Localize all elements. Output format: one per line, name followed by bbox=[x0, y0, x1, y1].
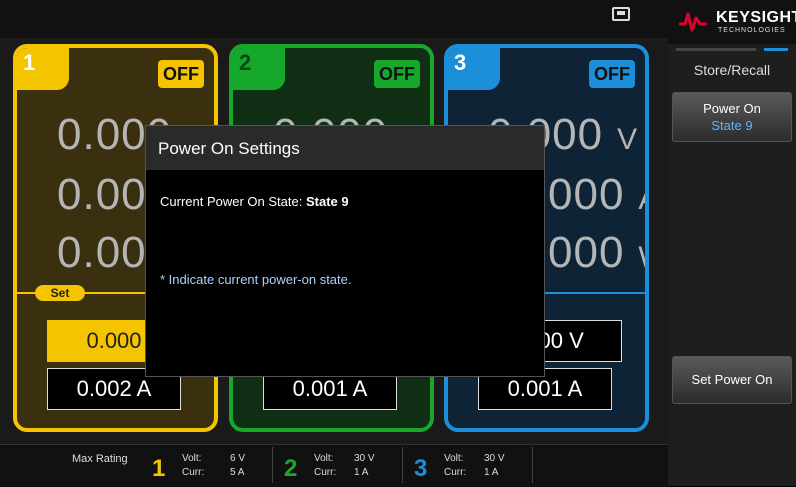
rating-channel-number: 2 bbox=[284, 455, 298, 482]
softkey-value: State 9 bbox=[711, 118, 753, 133]
rating-channel-number: 3 bbox=[414, 455, 428, 482]
volt-label: Volt: bbox=[444, 453, 464, 464]
current-readout: 000A bbox=[548, 170, 645, 219]
channel-number: 3 bbox=[448, 48, 500, 90]
volt-label: Volt: bbox=[182, 453, 202, 464]
curr-value: 1 A bbox=[484, 467, 499, 478]
curr-value: 1 A bbox=[354, 467, 369, 478]
rating-channel-number: 1 bbox=[152, 455, 166, 482]
keysight-wave-icon bbox=[679, 12, 707, 32]
softkey-menu-title: Store/Recall bbox=[693, 62, 771, 78]
channel-number: 1 bbox=[17, 48, 69, 90]
softkey-label: Power On bbox=[703, 101, 761, 116]
brand-subtitle: TECHNOLOGIES bbox=[718, 27, 786, 34]
current-state-label: Current Power On State: bbox=[160, 194, 303, 209]
menu-level-indicator bbox=[676, 48, 788, 51]
dialog-note: * Indicate current power-on state. bbox=[160, 272, 352, 287]
max-rating-label: Max Rating bbox=[72, 453, 128, 465]
max-rating-bar: Max Rating 1 Volt: Curr: 6 V 5 A 2 Volt:… bbox=[0, 444, 668, 487]
separator bbox=[532, 447, 533, 483]
power-readout: 000W bbox=[548, 228, 645, 277]
curr-label: Curr: bbox=[314, 467, 337, 478]
output-state-badge: OFF bbox=[589, 60, 635, 88]
volt-label: Volt: bbox=[314, 453, 334, 464]
brand-name: KEYSIGHT bbox=[716, 9, 796, 26]
volt-value: 6 V bbox=[230, 453, 246, 464]
set-power-on-softkey[interactable]: Set Power On bbox=[672, 356, 792, 404]
power-on-settings-dialog: Power On Settings Current Power On State… bbox=[145, 125, 545, 377]
set-label: Set bbox=[35, 285, 85, 301]
curr-label: Curr: bbox=[444, 467, 467, 478]
softkey-panel: KEYSIGHT TECHNOLOGIES Store/Recall Power… bbox=[668, 0, 796, 486]
separator bbox=[402, 447, 403, 483]
current-state-value: State 9 bbox=[305, 194, 349, 209]
volt-value: 30 V bbox=[354, 453, 375, 464]
dialog-header: Power On Settings bbox=[146, 126, 544, 170]
lan-icon bbox=[612, 7, 630, 21]
output-state-badge: OFF bbox=[158, 60, 204, 88]
curr-value: 5 A bbox=[230, 467, 245, 478]
volt-value: 30 V bbox=[484, 453, 505, 464]
main-display: 1 OFF 0.000V 0.000 0.000 Set 0.000 0.002… bbox=[0, 0, 668, 487]
current-power-on-state: Current Power On State: State 9 bbox=[160, 194, 349, 209]
status-bar bbox=[0, 0, 668, 38]
power-on-softkey[interactable]: Power On State 9 bbox=[672, 92, 792, 142]
curr-label: Curr: bbox=[182, 467, 205, 478]
channel-number: 2 bbox=[233, 48, 285, 90]
dialog-title: Power On Settings bbox=[158, 139, 300, 158]
softkey-label: Set Power On bbox=[691, 372, 773, 387]
separator bbox=[272, 447, 273, 483]
output-state-badge: OFF bbox=[374, 60, 420, 88]
brand-logo: KEYSIGHT TECHNOLOGIES bbox=[668, 0, 796, 44]
instrument-screen: 1 OFF 0.000V 0.000 0.000 Set 0.000 0.002… bbox=[0, 0, 796, 487]
